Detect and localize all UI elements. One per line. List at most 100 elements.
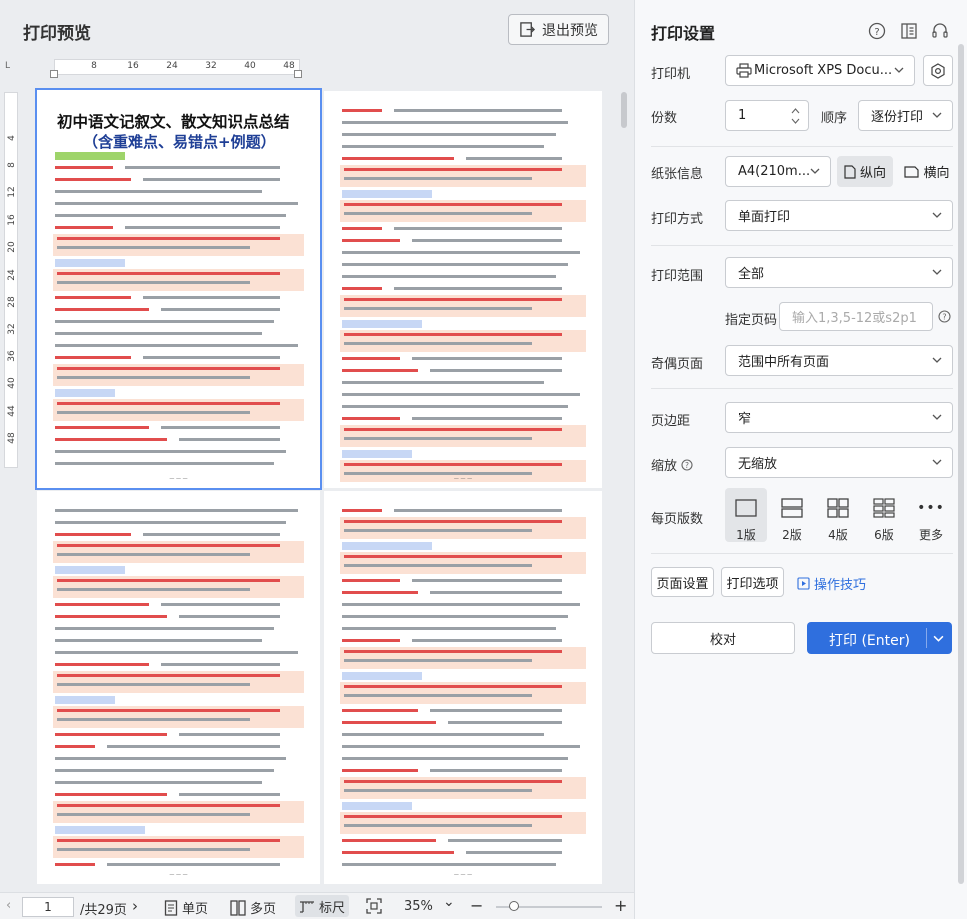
- preview-page-2[interactable]: — — —: [324, 91, 602, 488]
- next-page-icon[interactable]: ›: [132, 897, 138, 915]
- layout-4-option[interactable]: 4版: [818, 490, 858, 543]
- settings-scrollbar[interactable]: [958, 44, 964, 884]
- chevron-down-icon[interactable]: [933, 633, 944, 644]
- print-options-button[interactable]: 打印选项: [721, 567, 784, 597]
- print-settings-panel: 打印设置 ? 打印机 Microsoft XPS Docu... 份数 1 顺序…: [634, 0, 967, 919]
- order-value: 逐份打印: [871, 110, 924, 125]
- chevron-down-icon: [932, 357, 942, 363]
- print-mode-label: 打印方式: [651, 212, 704, 227]
- proof-button[interactable]: 校对: [651, 622, 795, 654]
- preview-title: 打印预览: [23, 24, 91, 44]
- right-margin-marker[interactable]: [294, 70, 302, 78]
- odd-even-select[interactable]: 范围中所有页面: [725, 345, 953, 376]
- zoom-slider-knob[interactable]: [509, 901, 519, 911]
- multi-page-button[interactable]: 多页: [230, 898, 276, 917]
- page-number-input[interactable]: 1: [22, 897, 74, 917]
- preview-scrollbar[interactable]: [621, 92, 629, 882]
- printer-select[interactable]: Microsoft XPS Docu...: [725, 55, 915, 86]
- text-line: [55, 320, 274, 323]
- text-line: [55, 566, 125, 574]
- text-line: [342, 591, 418, 594]
- text-line: [57, 709, 280, 712]
- ruler-tick: 8: [91, 61, 97, 71]
- pages-per-sheet-label: 每页版数: [651, 512, 704, 527]
- text-line: [430, 591, 562, 594]
- text-line: [161, 426, 280, 429]
- preview-page-1[interactable]: 初中语文记叙文、散文知识点总结 （含重难点、易错点+例题） — — —: [35, 88, 322, 490]
- help-icon[interactable]: ?: [681, 458, 693, 471]
- text-line: [57, 411, 250, 414]
- left-margin-marker[interactable]: [50, 70, 58, 78]
- preview-page-4[interactable]: — — —: [324, 491, 602, 884]
- layout-more-option[interactable]: ••• 更多: [911, 490, 951, 543]
- landscape-button[interactable]: 横向: [899, 156, 955, 187]
- text-line: [394, 227, 562, 230]
- svg-text:?: ?: [685, 461, 689, 470]
- zoom-out-icon[interactable]: −: [470, 896, 483, 915]
- layout-panel-icon[interactable]: [900, 22, 918, 40]
- text-line: [466, 851, 562, 854]
- scale-select[interactable]: 无缩放: [725, 447, 953, 478]
- print-button-divider: [926, 628, 927, 648]
- fit-page-button[interactable]: [366, 898, 382, 914]
- text-line: [55, 438, 167, 441]
- prev-page-icon[interactable]: ‹: [6, 898, 11, 913]
- settings-scroll-thumb[interactable]: [958, 44, 964, 884]
- zoom-dropdown-icon[interactable]: ⌄: [443, 894, 455, 910]
- text-line: [344, 659, 532, 662]
- text-line: [344, 298, 562, 301]
- chevron-down-icon: [932, 212, 942, 218]
- preview-page-3[interactable]: — — —: [37, 491, 320, 884]
- document-title: 初中语文记叙文、散文知识点总结: [57, 113, 290, 131]
- specify-pages-input[interactable]: 输入1,3,5-12或s2p1: [779, 302, 933, 331]
- print-range-select[interactable]: 全部: [725, 257, 953, 288]
- preview-scroll-thumb[interactable]: [621, 92, 627, 128]
- text-line: [342, 239, 400, 242]
- ruler-tick: 40: [7, 377, 17, 389]
- zoom-in-icon[interactable]: +: [614, 896, 627, 915]
- text-line: [55, 178, 131, 181]
- text-line: [55, 757, 286, 760]
- headset-support-icon[interactable]: [931, 22, 949, 40]
- layout-2-label: 2版: [782, 528, 802, 542]
- divider: [651, 245, 953, 246]
- layout-6-option[interactable]: 6版: [864, 490, 904, 543]
- order-select[interactable]: 逐份打印: [858, 100, 953, 131]
- text-line: [55, 356, 131, 359]
- ruler-toggle-button[interactable]: 标尺: [295, 895, 350, 917]
- ruler-icon: [300, 901, 314, 913]
- text-line: [143, 356, 280, 359]
- paper-size-select[interactable]: A4(210m...: [725, 156, 831, 187]
- text-line: [430, 769, 562, 772]
- stepper-arrows-icon[interactable]: [791, 106, 800, 126]
- margin-select[interactable]: 窄: [725, 402, 953, 433]
- print-button[interactable]: 打印 (Enter): [807, 622, 952, 654]
- portrait-button[interactable]: 纵向: [837, 156, 893, 187]
- printer-properties-button[interactable]: [923, 55, 953, 86]
- single-page-button[interactable]: 单页: [164, 898, 208, 917]
- text-line: [55, 863, 95, 866]
- help-icon[interactable]: ?: [868, 22, 886, 40]
- layout-1-option[interactable]: 1版: [726, 490, 766, 543]
- text-line: [342, 627, 556, 630]
- ruler-tick: 24: [166, 61, 178, 71]
- print-range-value: 全部: [738, 267, 765, 282]
- layout-6-icon: [873, 498, 895, 518]
- text-line: [412, 239, 562, 242]
- copies-stepper[interactable]: 1: [725, 100, 809, 131]
- text-line: [57, 718, 250, 721]
- vertical-ruler[interactable]: 4 8 12 16 20 24 28 32 36 40 44 48: [4, 92, 18, 468]
- text-line: [342, 639, 400, 642]
- help-icon[interactable]: ?: [938, 310, 951, 323]
- multi-page-label: 多页: [250, 902, 277, 917]
- tips-link[interactable]: 操作技巧: [797, 574, 866, 593]
- layout-more-label: 更多: [918, 528, 943, 542]
- print-mode-select[interactable]: 单面打印: [725, 200, 953, 231]
- text-line: [342, 839, 436, 842]
- layout-2-option[interactable]: 2版: [772, 490, 812, 543]
- horizontal-ruler[interactable]: 8 16 24 32 40 48: [50, 59, 302, 78]
- print-mode-value: 单面打印: [738, 210, 791, 225]
- page-setup-button[interactable]: 页面设置: [651, 567, 714, 597]
- exit-preview-button[interactable]: 退出预览: [508, 14, 609, 45]
- text-line: [55, 769, 274, 772]
